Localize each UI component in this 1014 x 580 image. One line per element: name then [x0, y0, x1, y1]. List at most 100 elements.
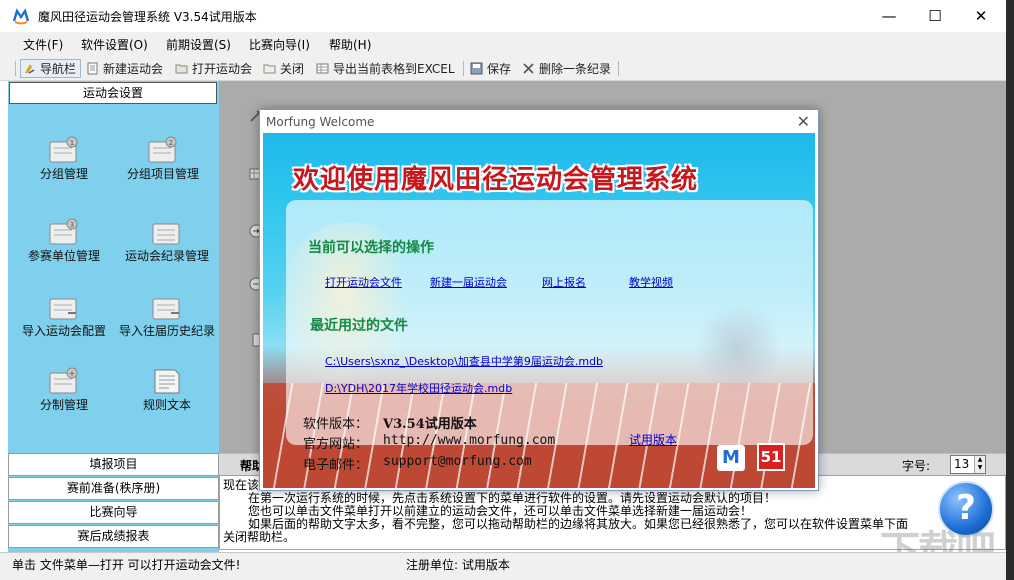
website-value: http://www.morfung.com — [383, 433, 556, 448]
version-value: V3.54试用版本 — [383, 417, 477, 432]
nav-tile-label: 运动会纪录管理 — [124, 249, 209, 263]
email-label: 电子邮件： — [303, 458, 369, 473]
menu-file[interactable]: 文件(F) — [23, 36, 63, 53]
menu-preliminary-settings[interactable]: 前期设置(S) — [166, 36, 231, 53]
meet-records-icon — [152, 223, 180, 245]
nav-tile-label: 参赛单位管理 — [27, 249, 100, 263]
import-history-icon — [152, 298, 180, 320]
nav-button-fill-events[interactable]: 填报项目 — [8, 453, 219, 476]
app-logo-icon — [12, 7, 30, 25]
nav-tile-label: 分组项目管理 — [126, 167, 199, 181]
status-registered-unit: 注册单位: 试用版本 — [406, 558, 510, 572]
site-51-logo: 51 — [757, 443, 785, 471]
menu-software-settings[interactable]: 软件设置(O) — [81, 36, 148, 53]
nav-tile-rules-text[interactable]: 规则文本 — [117, 367, 217, 412]
toolbar-separator — [463, 61, 464, 76]
close-file-button[interactable]: 关闭 — [263, 59, 304, 78]
recent-file-link[interactable]: C:\Users\sxnz_\Desktop\加查县中学第9届运动会.mdb — [325, 353, 603, 369]
rules-document-icon — [154, 369, 180, 394]
new-meet-label: 新建运动会 — [103, 62, 164, 76]
section-recent-files: 最近用过的文件 — [310, 318, 408, 334]
toolbar-grip — [15, 61, 16, 76]
nav-tile-import-meet-config[interactable]: 导入运动会配置 — [14, 293, 114, 338]
dialog-title: Morfung Welcome — [266, 115, 375, 129]
delete-icon — [523, 63, 534, 74]
delete-record-button[interactable]: 删除一条纪录 — [522, 59, 611, 78]
nav-button-pre-meet-prep[interactable]: 赛前准备(秩序册) — [8, 477, 219, 500]
save-button[interactable]: 保存 — [470, 59, 511, 78]
participant-units-icon: 3 — [49, 218, 78, 245]
link-tutorial-video[interactable]: 教学视频 — [629, 274, 673, 290]
toolbar-separator-end — [618, 61, 619, 76]
link-open-meet[interactable]: 打开运动会文件 — [325, 274, 402, 290]
minimize-button[interactable]: — — [866, 0, 912, 32]
nav-button-competition-wizard[interactable]: 比赛向导 — [8, 501, 219, 524]
navigation-bar-label: 导航栏 — [40, 62, 77, 76]
welcome-dialog: Morfung Welcome ✕ 欢迎使用魔风田径运动会管理系统 当前可以选择… — [259, 109, 819, 491]
background-window-edge — [1006, 0, 1014, 580]
nav-tile-participant-units[interactable]: 3 参赛单位管理 — [14, 218, 114, 263]
trial-version-link[interactable]: 试用版本 — [629, 431, 677, 448]
import-config-icon — [49, 298, 77, 320]
nav-tile-label: 规则文本 — [142, 398, 191, 412]
nav-tile-label: 分组管理 — [39, 167, 88, 181]
menu-bar: 文件(F) 软件设置(O) 前期设置(S) 比赛向导(I) 帮助(H) — [0, 32, 1006, 56]
section-available-actions: 当前可以选择的操作 — [308, 240, 434, 256]
nav-tile-group-management[interactable]: 1 分组管理 — [14, 136, 114, 181]
svg-text:1: 1 — [70, 139, 74, 147]
new-document-icon — [87, 62, 98, 75]
nav-tile-scoring-management[interactable]: + 分制管理 — [14, 367, 114, 412]
export-excel-button[interactable]: 导出当前表格到EXCEL — [316, 59, 455, 78]
nav-tile-label: 导入往届历史纪录 — [118, 324, 215, 338]
group-management-icon: 1 — [49, 136, 78, 163]
font-size-label: 字号: — [902, 459, 931, 473]
table-export-icon — [316, 63, 329, 74]
dialog-title-bar: Morfung Welcome ✕ — [260, 110, 818, 133]
dialog-close-icon[interactable]: ✕ — [797, 112, 810, 131]
navigation-icon — [25, 64, 35, 74]
menu-competition-wizard[interactable]: 比赛向导(I) — [249, 36, 310, 53]
spinner-arrows-icon[interactable]: ▲ ▼ — [974, 456, 985, 473]
morfung-logo: M — [717, 445, 745, 471]
svg-text:+: + — [69, 369, 76, 378]
font-size-value: 13 — [954, 457, 970, 471]
status-bar: 单击 文件菜单—打开 可以打开运动会文件! 注册单位: 试用版本 — [0, 552, 1006, 580]
navigation-bar-button[interactable]: 导航栏 — [20, 59, 82, 78]
nav-tile-group-event-management[interactable]: 2 分组项目管理 — [113, 136, 213, 181]
maximize-button[interactable]: ☐ — [912, 0, 958, 32]
status-hint: 单击 文件菜单—打开 可以打开运动会文件! — [12, 558, 241, 572]
version-label: 软件版本： — [303, 417, 369, 432]
website-label: 官方网站： — [303, 437, 369, 452]
open-meet-label: 打开运动会 — [192, 62, 253, 76]
navigation-panel: 运动会设置 1 分组管理 2 分组项目管理 3 参赛单位管理 运动会纪录管理 导… — [8, 81, 219, 553]
font-size-stepper[interactable]: 13 ▲ ▼ — [950, 455, 986, 474]
nav-tile-meet-records[interactable]: 运动会纪录管理 — [117, 218, 217, 263]
scoring-management-icon: + — [49, 367, 78, 394]
folder-icon — [263, 64, 276, 74]
dialog-heading: 欢迎使用魔风田径运动会管理系统 — [293, 165, 699, 195]
email-value: support@morfung.com — [383, 454, 532, 469]
toolbar: 导航栏 新建运动会 打开运动会 关闭 导出当前表格到EXCEL 保存 删除一条纪… — [0, 56, 1006, 81]
new-meet-button[interactable]: 新建运动会 — [86, 59, 163, 78]
open-meet-button[interactable]: 打开运动会 — [175, 59, 252, 78]
title-bar: 魔风田径运动会管理系统 V3.54试用版本 — ☐ ✕ — [0, 0, 1006, 32]
export-excel-label: 导出当前表格到EXCEL — [333, 62, 455, 76]
close-window-button[interactable]: ✕ — [958, 0, 1004, 32]
svg-text:2: 2 — [169, 139, 173, 147]
nav-tile-import-history-records[interactable]: 导入往届历史纪录 — [117, 293, 217, 338]
link-online-registration[interactable]: 网上报名 — [542, 274, 586, 290]
group-event-management-icon: 2 — [148, 136, 177, 163]
folder-open-icon — [175, 64, 188, 74]
svg-text:3: 3 — [70, 221, 74, 229]
dialog-banner: 欢迎使用魔风田径运动会管理系统 当前可以选择的操作 打开运动会文件 新建一届运动… — [263, 133, 815, 488]
recent-file-link[interactable]: D:\YDH\2017年学校田径运动会.mdb — [325, 380, 512, 396]
delete-record-label: 删除一条纪录 — [539, 62, 612, 76]
link-new-meet[interactable]: 新建一届运动会 — [430, 274, 507, 290]
menu-help[interactable]: 帮助(H) — [329, 36, 371, 53]
nav-header-meet-settings[interactable]: 运动会设置 — [9, 82, 217, 104]
nav-tile-label: 导入运动会配置 — [21, 324, 106, 338]
nav-button-results-report[interactable]: 赛后成绩报表 — [8, 525, 219, 548]
save-label: 保存 — [487, 62, 512, 76]
save-icon — [470, 62, 483, 75]
window-title: 魔风田径运动会管理系统 V3.54试用版本 — [38, 10, 257, 24]
